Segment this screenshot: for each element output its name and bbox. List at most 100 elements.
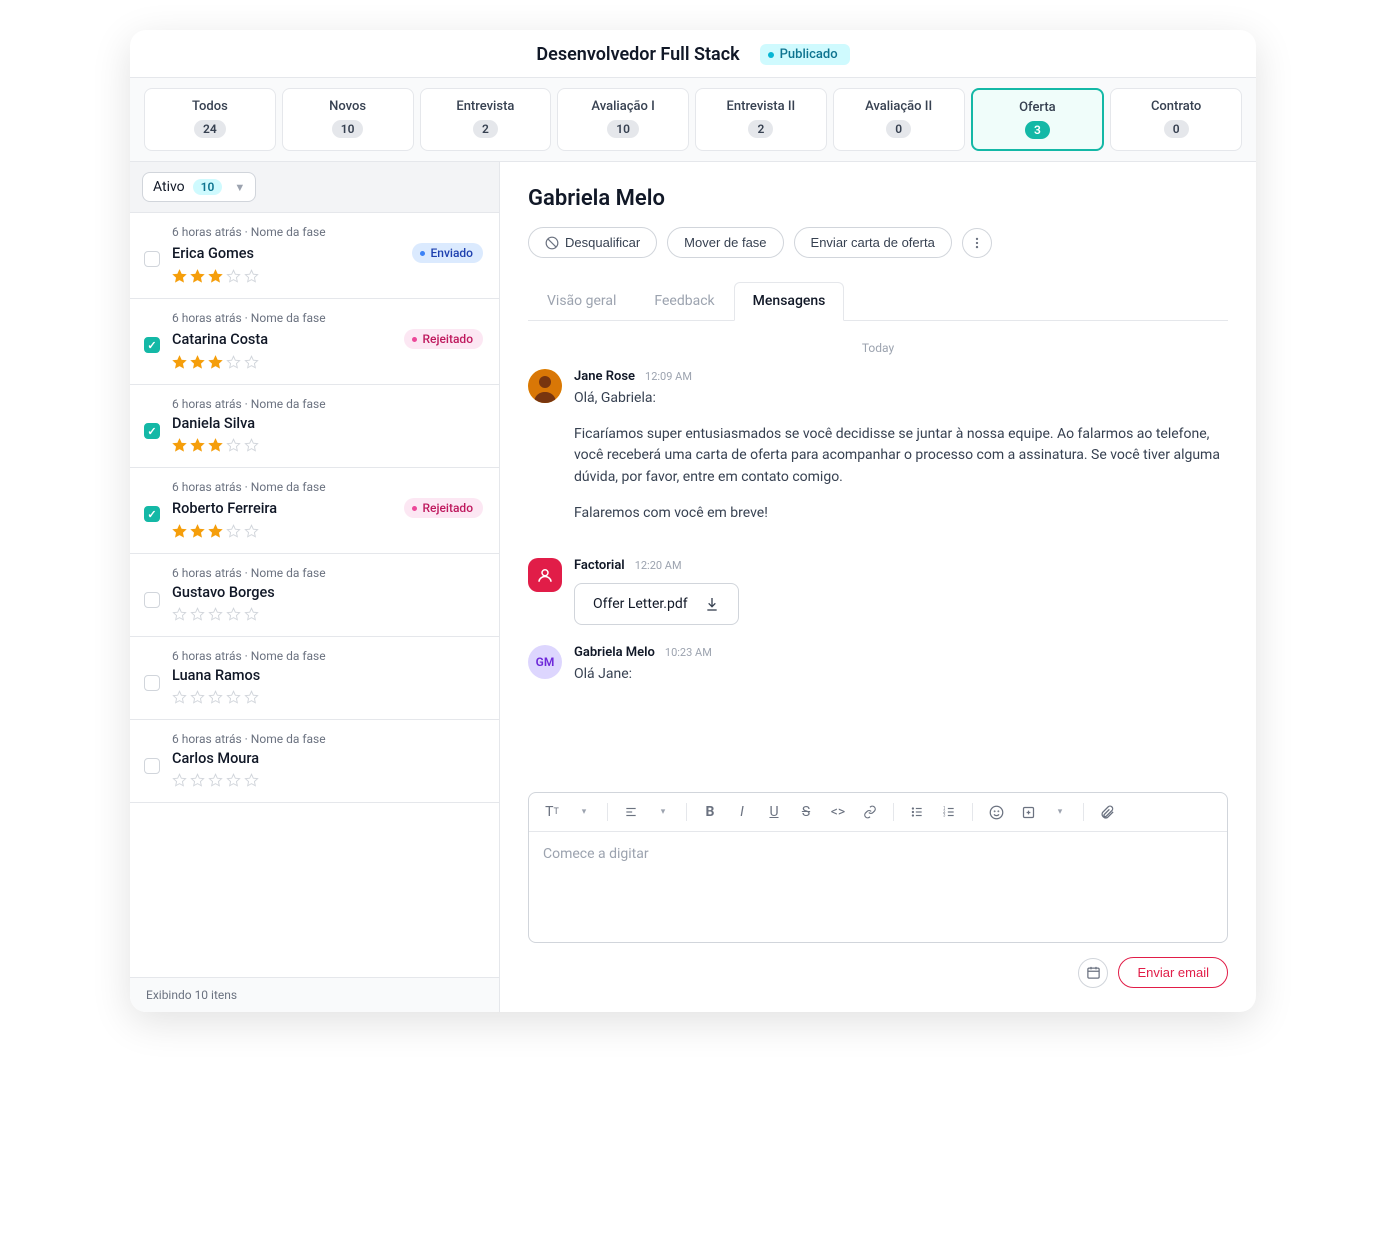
candidate-rating [172, 690, 483, 705]
star-icon[interactable] [172, 269, 187, 284]
underline-button[interactable]: U [761, 799, 787, 825]
stage-count: 2 [473, 120, 498, 138]
italic-button[interactable]: I [729, 799, 755, 825]
star-icon[interactable] [190, 607, 205, 622]
star-icon[interactable] [190, 773, 205, 788]
candidate-checkbox[interactable] [144, 423, 160, 439]
stage-label: Entrevista [425, 99, 547, 114]
candidate-checkbox[interactable] [144, 592, 160, 608]
candidate-rating [172, 355, 483, 370]
star-icon[interactable] [190, 438, 205, 453]
star-icon[interactable] [208, 690, 223, 705]
more-actions-button[interactable] [962, 228, 992, 258]
stage-tab[interactable]: Entrevista 2 [420, 88, 552, 151]
star-icon[interactable] [226, 773, 241, 788]
star-icon[interactable] [244, 773, 259, 788]
insert-button[interactable] [1015, 799, 1041, 825]
star-icon[interactable] [244, 438, 259, 453]
stage-tab[interactable]: Novos 10 [282, 88, 414, 151]
link-button[interactable] [857, 799, 883, 825]
stage-tab[interactable]: Avaliação II 0 [833, 88, 965, 151]
stage-tab[interactable]: Avaliação I 10 [557, 88, 689, 151]
attachment-name: Offer Letter.pdf [593, 596, 688, 612]
text-format-button[interactable]: TT [539, 799, 565, 825]
candidate-row[interactable]: 6 horas atrás · Nome da fase Roberto Fer… [130, 468, 499, 554]
move-stage-button[interactable]: Mover de fase [667, 227, 783, 258]
star-icon[interactable] [172, 524, 187, 539]
star-icon[interactable] [172, 690, 187, 705]
star-icon[interactable] [208, 773, 223, 788]
candidate-name: Erica Gomes [172, 245, 254, 262]
send-offer-button[interactable]: Enviar carta de oferta [794, 227, 952, 258]
message-sender: Gabriela Melo [574, 645, 655, 660]
stage-label: Novos [287, 99, 409, 114]
detail-tab[interactable]: Visão geral [528, 282, 635, 320]
align-button[interactable] [618, 799, 644, 825]
star-icon[interactable] [244, 690, 259, 705]
message: GM Gabriela Melo 10:23 AM Olá Jane: [528, 645, 1228, 700]
disqualify-button[interactable]: Desqualificar [528, 227, 657, 258]
star-icon[interactable] [208, 438, 223, 453]
messages-panel: Today Jane Rose 12:09 AM Olá, Gabriela:F… [528, 321, 1228, 784]
star-icon[interactable] [244, 607, 259, 622]
star-icon[interactable] [208, 269, 223, 284]
emoji-button[interactable] [983, 799, 1009, 825]
candidate-checkbox[interactable] [144, 506, 160, 522]
star-icon[interactable] [172, 773, 187, 788]
compose-textarea[interactable]: Comece a digitar [529, 832, 1227, 942]
candidate-row[interactable]: 6 horas atrás · Nome da fase Erica Gomes… [130, 213, 499, 299]
numbered-list-button[interactable]: 123 [936, 799, 962, 825]
filter-select[interactable]: Ativo 10 ▼ [142, 172, 256, 202]
editor-toolbar: TT ▾ ▾ B I U S <> 123 [529, 793, 1227, 832]
stage-tab[interactable]: Entrevista II 2 [695, 88, 827, 151]
stage-count: 0 [886, 120, 911, 138]
schedule-button[interactable] [1078, 958, 1108, 988]
star-icon[interactable] [244, 355, 259, 370]
star-icon[interactable] [226, 607, 241, 622]
star-icon[interactable] [226, 355, 241, 370]
star-icon[interactable] [244, 269, 259, 284]
star-icon[interactable] [172, 607, 187, 622]
star-icon[interactable] [190, 355, 205, 370]
strikethrough-button[interactable]: S [793, 799, 819, 825]
candidate-row[interactable]: 6 horas atrás · Nome da fase Carlos Mour… [130, 720, 499, 803]
candidate-checkbox[interactable] [144, 251, 160, 267]
star-icon[interactable] [208, 607, 223, 622]
stage-tab[interactable]: Oferta 3 [971, 88, 1105, 151]
star-icon[interactable] [226, 690, 241, 705]
bold-button[interactable]: B [697, 799, 723, 825]
stage-tab[interactable]: Contrato 0 [1110, 88, 1242, 151]
bullet-list-button[interactable] [904, 799, 930, 825]
detail-tab[interactable]: Feedback [635, 282, 733, 320]
star-icon[interactable] [208, 524, 223, 539]
star-icon[interactable] [226, 438, 241, 453]
code-button[interactable]: <> [825, 799, 851, 825]
star-icon[interactable] [172, 355, 187, 370]
star-icon[interactable] [244, 524, 259, 539]
candidate-checkbox[interactable] [144, 758, 160, 774]
chevron-down-icon[interactable]: ▾ [1047, 799, 1073, 825]
candidate-row[interactable]: 6 horas atrás · Nome da fase Daniela Sil… [130, 385, 499, 468]
candidate-row[interactable]: 6 horas atrás · Nome da fase Luana Ramos [130, 637, 499, 720]
attach-button[interactable] [1094, 799, 1120, 825]
chevron-down-icon[interactable]: ▾ [571, 799, 597, 825]
move-label: Mover de fase [684, 235, 766, 250]
star-icon[interactable] [226, 524, 241, 539]
star-icon[interactable] [190, 524, 205, 539]
send-email-button[interactable]: Enviar email [1118, 957, 1228, 988]
candidate-checkbox[interactable] [144, 675, 160, 691]
star-icon[interactable] [190, 690, 205, 705]
attachment[interactable]: Offer Letter.pdf [574, 583, 739, 625]
star-icon[interactable] [190, 269, 205, 284]
star-icon[interactable] [226, 269, 241, 284]
message-composer: TT ▾ ▾ B I U S <> 123 [528, 792, 1228, 943]
chevron-down-icon[interactable]: ▾ [650, 799, 676, 825]
detail-tab[interactable]: Mensagens [734, 282, 845, 321]
candidate-checkbox[interactable] [144, 337, 160, 353]
candidate-row[interactable]: 6 horas atrás · Nome da fase Catarina Co… [130, 299, 499, 385]
stage-tab[interactable]: Todos 24 [144, 88, 276, 151]
star-icon[interactable] [172, 438, 187, 453]
candidate-row[interactable]: 6 horas atrás · Nome da fase Gustavo Bor… [130, 554, 499, 637]
avatar [528, 558, 562, 592]
star-icon[interactable] [208, 355, 223, 370]
